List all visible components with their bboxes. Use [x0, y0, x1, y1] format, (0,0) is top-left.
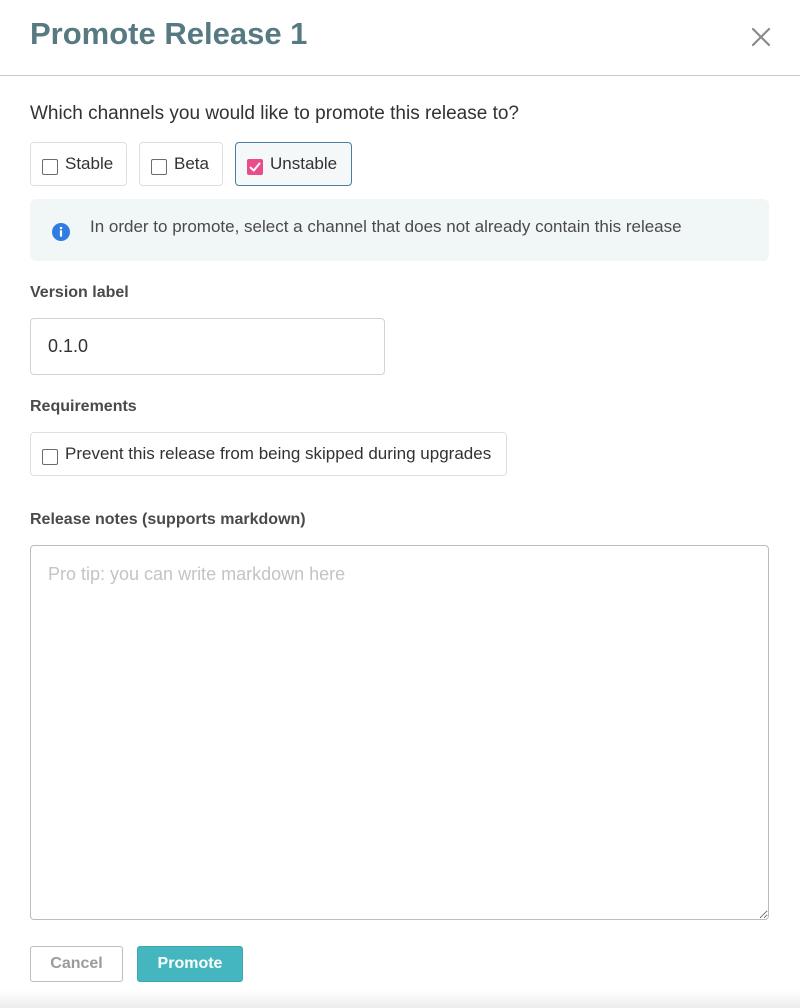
modal-title: Promote Release 1 — [30, 16, 308, 51]
channel-option-label: Beta — [174, 154, 209, 173]
channel-option-stable[interactable]: Stable — [30, 142, 127, 186]
promote-release-modal: Promote Release 1 Which channels you wou… — [0, 0, 800, 1008]
cancel-button[interactable]: Cancel — [30, 946, 123, 982]
beta-checkbox[interactable] — [151, 159, 167, 175]
channels-question: Which channels you would like to promote… — [30, 103, 519, 124]
info-icon — [52, 223, 70, 241]
info-text: In order to promote, select a channel th… — [90, 217, 682, 236]
checkmark-icon — [249, 162, 261, 172]
version-label: Version label — [30, 284, 129, 301]
prevent-skip-checkbox[interactable] — [42, 449, 58, 465]
stable-checkbox[interactable] — [42, 159, 58, 175]
prevent-skip-option[interactable]: Prevent this release from being skipped … — [30, 432, 507, 476]
channel-option-beta[interactable]: Beta — [139, 142, 223, 186]
release-notes-textarea[interactable] — [30, 545, 769, 920]
version-input[interactable] — [30, 318, 385, 375]
close-icon — [751, 27, 771, 47]
channel-option-label: Stable — [65, 154, 114, 173]
prevent-skip-label: Prevent this release from being skipped … — [65, 444, 492, 463]
info-banner: In order to promote, select a channel th… — [30, 199, 769, 261]
modal-bottom-shadow — [0, 990, 800, 1008]
channel-option-unstable[interactable]: Unstable — [235, 142, 352, 186]
channel-option-label: Unstable — [270, 154, 338, 173]
modal-header: Promote Release 1 — [0, 0, 800, 76]
unstable-checkbox[interactable] — [247, 159, 263, 175]
requirements-label: Requirements — [30, 398, 137, 415]
release-notes-label: Release notes (supports markdown) — [30, 511, 306, 528]
promote-button[interactable]: Promote — [137, 946, 243, 982]
close-button[interactable] — [748, 24, 774, 50]
